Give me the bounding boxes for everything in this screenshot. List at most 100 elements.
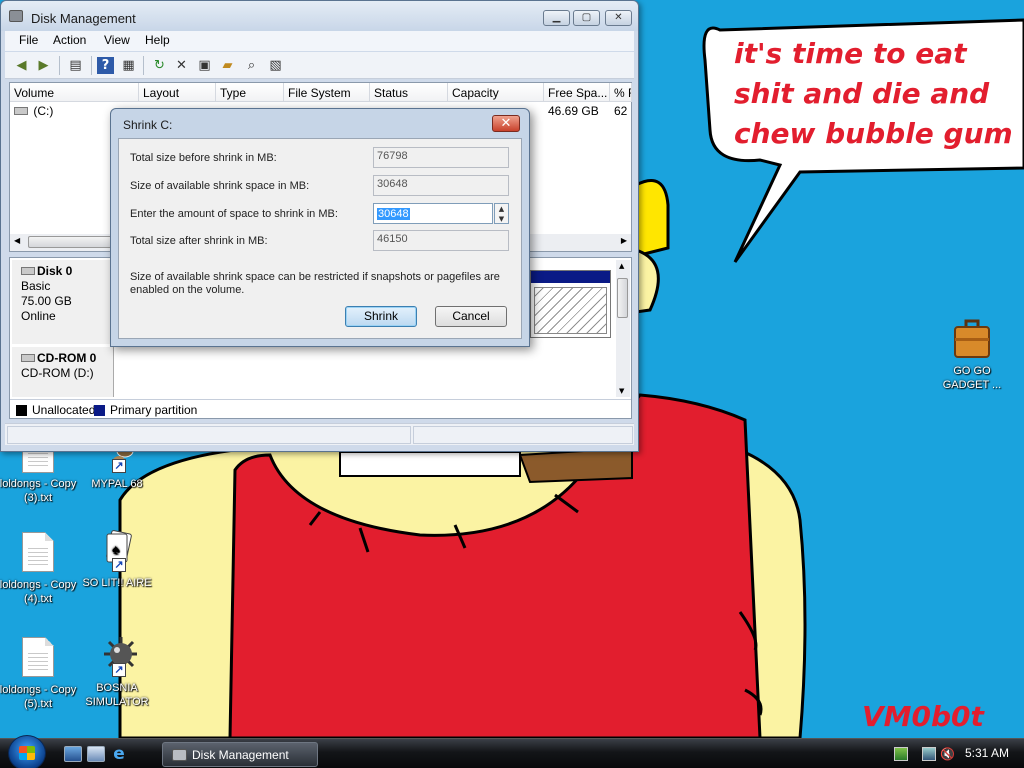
column-header-percent-free[interactable]: % F [610,83,632,102]
back-arrow-icon[interactable]: ◀ [13,57,30,74]
column-header-status[interactable]: Status [370,83,448,102]
text-file-icon [18,532,58,574]
total-size-after-label: Total size after shrink in MB: [130,235,268,247]
search-icon[interactable]: ⌕ [243,57,260,74]
text-file-icon [18,637,58,679]
maximize-button[interactable]: ▢ [573,10,600,26]
partition-selected-hatch [534,287,607,334]
toolbar: ◀ ▶ ▤ ? ▦ ↻ ✕ ▣ ▰ ⌕ ▧ [5,52,634,79]
column-header-free-space[interactable]: Free Spa... [544,83,610,102]
disk-name: Disk 0 [37,264,73,278]
shrink-amount-input[interactable]: 30648 [373,203,493,224]
help-icon[interactable]: ? [97,57,114,74]
shrink-amount-value: 30648 [377,208,410,220]
status-cell [7,426,411,444]
refresh-icon[interactable]: ↻ [151,57,168,74]
desktop-icon-label: SO LIT!! AIRE [82,577,152,589]
desktop-icon-loldongs-3[interactable]: loldongs - Copy (3).txt [0,443,78,505]
desktop-icon-go-go-gadget[interactable]: GO GO GADGET ... [932,318,1012,392]
cancel-button[interactable]: Cancel [435,306,507,327]
desktop-icon-label: GO GO GADGET ... [942,365,1002,391]
scroll-down-icon[interactable]: ▼ [619,387,624,395]
internet-explorer-icon[interactable]: e [110,746,128,763]
desktop-icon-label: BOSNIA SIMULATOR [85,682,149,708]
column-header-type[interactable]: Type [216,83,284,102]
desktop-icon-label: loldongs - Copy (4).txt [0,579,77,605]
vertical-scrollbar[interactable]: ▲ ▼ [616,260,630,397]
disk-name: CD-ROM 0 [37,351,97,365]
volume-muted-icon[interactable]: 🔇 [940,747,955,761]
shortcut-arrow-icon: ↗ [112,558,126,572]
dialog-title: Shrink C: [123,118,173,132]
shrink-restriction-note: Size of available shrink space can be re… [130,271,500,296]
forward-arrow-icon[interactable]: ▶ [35,57,52,74]
menu-action[interactable]: Action [53,33,86,47]
disk-management-icon [9,10,23,22]
close-button[interactable]: ✕ [605,10,632,26]
window-title: Disk Management [31,11,136,26]
column-header-file-system[interactable]: File System [284,83,370,102]
dialog-close-button[interactable]: ✕ [492,115,520,132]
menu-help[interactable]: Help [145,33,170,47]
settings-icon[interactable]: ▣ [196,57,213,74]
mine-icon: ↗ [97,635,138,677]
total-size-before-label: Total size before shrink in MB: [130,152,277,164]
artist-signature: VM0b0t [862,700,984,733]
partition-c[interactable] [530,270,611,338]
switch-windows-icon[interactable] [87,746,105,762]
scrollbar-thumb[interactable] [617,278,628,318]
shortcut-arrow-icon: ↗ [112,459,126,473]
properties-icon[interactable]: ▦ [120,57,137,74]
scrollbar-thumb[interactable] [28,236,114,248]
window-titlebar[interactable]: Disk Management ▁ ▢ ✕ [1,1,638,31]
legend: Unallocated Primary partition [10,399,631,418]
clock[interactable]: 5:31 AM [965,746,1009,760]
shrink-button[interactable]: Shrink [345,306,417,327]
taskbar-button-disk-management[interactable]: Disk Management [162,742,318,767]
status-cell [413,426,633,444]
status-bar [5,423,634,445]
drive-icon [14,107,28,115]
total-size-before-value: 76798 [373,147,509,168]
menu-bar: File Action View Help [5,31,634,51]
tray-app-icon[interactable] [894,747,908,761]
cards-icon: ♠ ↗ [97,530,137,572]
desktop-icon-loldongs-5[interactable]: loldongs - Copy (5).txt [0,637,78,711]
menu-view[interactable]: View [104,33,130,47]
desktop-icon-bosnia-simulator[interactable]: ↗ BOSNIA SIMULATOR [77,635,157,709]
column-header-layout[interactable]: Layout [139,83,216,102]
spin-down-icon[interactable]: ▼ [495,214,508,224]
windows-logo-icon [19,746,35,760]
column-header-volume[interactable]: Volume [10,83,139,102]
shrink-amount-spinner[interactable]: ▲ ▼ [494,203,509,224]
spin-up-icon[interactable]: ▲ [495,204,508,214]
start-button[interactable] [8,735,46,768]
shortcut-arrow-icon: ↗ [112,663,126,677]
desktop-icon-label: loldongs - Copy (3).txt [0,478,77,504]
volume-name: (C:) [33,104,54,118]
open-folder-icon[interactable]: ▰ [219,57,236,74]
rescan-icon[interactable]: ▧ [267,57,284,74]
desktop-icon-loldongs-4[interactable]: loldongs - Copy (4).txt [0,532,78,606]
shrink-dialog[interactable]: Shrink C: ✕ Total size before shrink in … [110,108,530,347]
disk-0-label[interactable]: Disk 0 Basic 75.00 GB Online [12,260,114,344]
scroll-up-icon[interactable]: ▲ [619,262,624,270]
menu-file[interactable]: File [19,33,38,47]
cdrom-0-label[interactable]: CD-ROM 0 CD-ROM (D:) [12,347,114,397]
scroll-left-icon[interactable]: ◀ [14,236,20,245]
toolbar-separator [91,56,92,75]
scroll-right-icon[interactable]: ▶ [621,236,627,245]
disk-size: 75.00 GB [21,294,72,308]
show-desktop-icon[interactable] [64,746,82,762]
disk-status: Online [21,309,56,323]
column-header-capacity[interactable]: Capacity [448,83,544,102]
desktop-icon-solitaire[interactable]: ♠ ↗ SO LIT!! AIRE [77,530,157,590]
disk-management-icon [172,749,187,761]
volume-cell: (C:) [14,104,53,118]
view-icon[interactable]: ▤ [67,57,84,74]
network-icon[interactable] [922,747,936,761]
cdrom-icon [21,354,35,362]
briefcase-icon [952,318,992,360]
delete-icon[interactable]: ✕ [173,57,190,74]
minimize-button[interactable]: ▁ [543,10,570,26]
